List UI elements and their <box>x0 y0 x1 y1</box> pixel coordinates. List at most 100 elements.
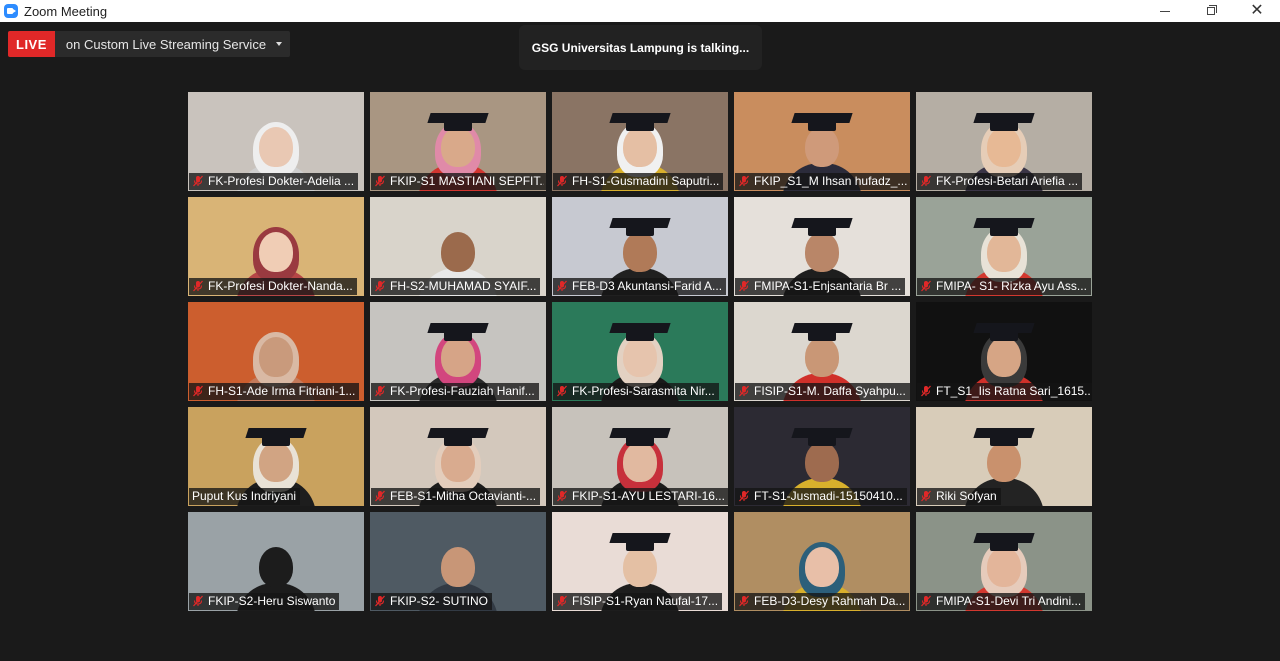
window-controls: ✕ <box>1142 0 1280 22</box>
participant-tile[interactable]: FK-Profesi-Fauziah Hanif... <box>370 302 546 401</box>
restore-button[interactable] <box>1188 0 1234 22</box>
participant-name-tag: FISIP-S1-M. Daffa Syahpu... <box>735 383 910 400</box>
participant-tile[interactable]: Puput Kus Indriyani <box>188 407 364 506</box>
mic-muted-icon <box>920 385 932 397</box>
participant-name: FMIPA- S1- Rizka Ayu Ass... <box>936 279 1087 293</box>
participant-tile[interactable]: FKIP-S2- SUTINO <box>370 512 546 611</box>
participant-name-tag: FEB-D3-Desy Rahmah Da... <box>735 593 910 610</box>
participant-name: FK-Profesi-Fauziah Hanif... <box>390 384 535 398</box>
mic-muted-icon <box>374 175 386 187</box>
participant-name: FK-Profesi-Sarasmita Nir... <box>572 384 715 398</box>
participant-name: FMIPA-S1-Devi Tri Andini... <box>936 594 1082 608</box>
participant-name-tag: Riki Sofyan <box>917 488 1001 505</box>
mic-muted-icon <box>738 595 750 607</box>
participant-tile[interactable]: FKIP_S1_M Ihsan hufadz_... <box>734 92 910 191</box>
participant-name: FISIP-S1-M. Daffa Syahpu... <box>754 384 906 398</box>
participant-tile[interactable]: FH-S2-MUHAMAD SYAIF... <box>370 197 546 296</box>
participant-tile[interactable]: FT-S1-Jusmadi-15150410... <box>734 407 910 506</box>
mic-muted-icon <box>738 385 750 397</box>
participant-name-tag: FT_S1_Iis Ratna Sari_1615... <box>917 383 1092 400</box>
mic-muted-icon <box>920 595 932 607</box>
participant-tile[interactable]: Riki Sofyan <box>916 407 1092 506</box>
participant-name: FT-S1-Jusmadi-15150410... <box>754 489 903 503</box>
participant-name-tag: FMIPA- S1- Rizka Ayu Ass... <box>917 278 1091 295</box>
participant-tile[interactable]: FISIP-S1-Ryan Naufal-17... <box>552 512 728 611</box>
mic-muted-icon <box>920 280 932 292</box>
mic-muted-icon <box>920 490 932 502</box>
participant-name-tag: FKIP-S1 MASTIANI SEPFIT... <box>371 173 546 190</box>
participant-name: FT_S1_Iis Ratna Sari_1615... <box>936 384 1090 398</box>
mic-muted-icon <box>920 175 932 187</box>
participant-name: FKIP-S1-AYU LESTARI-16... <box>572 489 725 503</box>
participant-name: FK-Profesi Dokter-Adelia ... <box>208 174 355 188</box>
mic-muted-icon <box>374 280 386 292</box>
mic-muted-icon <box>738 490 750 502</box>
zoom-logo-icon <box>4 4 18 18</box>
mic-muted-icon <box>192 280 204 292</box>
close-button[interactable]: ✕ <box>1234 0 1280 22</box>
participant-tile[interactable]: FEB-S1-Mitha Octavianti-... <box>370 407 546 506</box>
mic-muted-icon <box>374 595 386 607</box>
participant-name-tag: FK-Profesi-Betari Ariefia ... <box>917 173 1083 190</box>
participant-tile[interactable]: FMIPA-S1-Enjsantaria Br ... <box>734 197 910 296</box>
participant-name: FK-Profesi-Betari Ariefia ... <box>936 174 1079 188</box>
minimize-button[interactable] <box>1142 0 1188 22</box>
mic-muted-icon <box>374 385 386 397</box>
participant-name-tag: FK-Profesi Dokter-Nanda... <box>189 278 357 295</box>
mic-muted-icon <box>556 175 568 187</box>
participant-tile[interactable]: FKIP-S1 MASTIANI SEPFIT... <box>370 92 546 191</box>
close-icon: ✕ <box>1250 2 1264 19</box>
mic-muted-icon <box>556 385 568 397</box>
participant-name-tag: FEB-S1-Mitha Octavianti-... <box>371 488 541 505</box>
participant-name: Riki Sofyan <box>936 489 997 503</box>
participant-name-tag: FMIPA-S1-Enjsantaria Br ... <box>735 278 906 295</box>
participant-name-tag: FMIPA-S1-Devi Tri Andini... <box>917 593 1086 610</box>
participant-name-tag: FEB-D3 Akuntansi-Farid A... <box>553 278 727 295</box>
participant-name: Puput Kus Indriyani <box>192 489 297 503</box>
participant-name-tag: FK-Profesi Dokter-Adelia ... <box>189 173 359 190</box>
participant-tile[interactable]: FK-Profesi-Sarasmita Nir... <box>552 302 728 401</box>
participant-name-tag: FISIP-S1-Ryan Naufal-17... <box>553 593 723 610</box>
participant-tile[interactable]: FH-S1-Ade Irma Fitriani-1... <box>188 302 364 401</box>
live-badge: LIVE <box>8 31 55 57</box>
participant-tile[interactable]: FKIP-S1-AYU LESTARI-16... <box>552 407 728 506</box>
participant-name: FKIP-S2- SUTINO <box>390 594 489 608</box>
mic-muted-icon <box>192 385 204 397</box>
participant-tile[interactable]: FK-Profesi-Betari Ariefia ... <box>916 92 1092 191</box>
participant-tile[interactable]: FT_S1_Iis Ratna Sari_1615... <box>916 302 1092 401</box>
participant-name: FEB-D3-Desy Rahmah Da... <box>754 594 906 608</box>
participant-name-tag: FK-Profesi-Sarasmita Nir... <box>553 383 719 400</box>
participant-name: FK-Profesi Dokter-Nanda... <box>208 279 353 293</box>
participant-name: FEB-D3 Akuntansi-Farid A... <box>572 279 723 293</box>
restore-icon <box>1207 5 1217 15</box>
active-speaker-notice: GSG Universitas Lampung is talking... <box>519 25 762 70</box>
participant-name: FKIP-S2-Heru Siswanto <box>208 594 336 608</box>
participant-name-tag: FT-S1-Jusmadi-15150410... <box>735 488 907 505</box>
participant-name-tag: FH-S1-Ade Irma Fitriani-1... <box>189 383 360 400</box>
window-title: Zoom Meeting <box>24 3 108 19</box>
participant-name-tag: FH-S2-MUHAMAD SYAIF... <box>371 278 541 295</box>
participant-tile[interactable]: FEB-D3-Desy Rahmah Da... <box>734 512 910 611</box>
participant-name: FH-S1-Ade Irma Fitriani-1... <box>208 384 356 398</box>
participant-name: FKIP_S1_M Ihsan hufadz_... <box>754 174 908 188</box>
participant-tile[interactable]: FH-S1-Gusmadini Saputri... <box>552 92 728 191</box>
participant-tile[interactable]: FEB-D3 Akuntansi-Farid A... <box>552 197 728 296</box>
live-stream-bar[interactable]: LIVE on Custom Live Streaming Service <box>8 31 291 57</box>
minimize-icon <box>1160 10 1170 12</box>
title-bar: Zoom Meeting ✕ <box>0 0 1280 22</box>
active-speaker-text: GSG Universitas Lampung is talking... <box>531 40 750 55</box>
participant-tile[interactable]: FISIP-S1-M. Daffa Syahpu... <box>734 302 910 401</box>
participant-name-tag: FKIP-S1-AYU LESTARI-16... <box>553 488 728 505</box>
participant-tile[interactable]: FMIPA-S1-Devi Tri Andini... <box>916 512 1092 611</box>
mic-muted-icon <box>192 175 204 187</box>
participant-name-tag: FKIP_S1_M Ihsan hufadz_... <box>735 173 910 190</box>
participant-tile[interactable]: FK-Profesi Dokter-Nanda... <box>188 197 364 296</box>
participant-name-tag: Puput Kus Indriyani <box>189 488 301 505</box>
participant-name: FH-S1-Gusmadini Saputri... <box>572 174 720 188</box>
live-service-dropdown[interactable]: on Custom Live Streaming Service <box>54 31 291 57</box>
participant-tile[interactable]: FK-Profesi Dokter-Adelia ... <box>188 92 364 191</box>
mic-muted-icon <box>738 280 750 292</box>
participant-tile[interactable]: FMIPA- S1- Rizka Ayu Ass... <box>916 197 1092 296</box>
participant-tile[interactable]: FKIP-S2-Heru Siswanto <box>188 512 364 611</box>
mic-muted-icon <box>556 595 568 607</box>
